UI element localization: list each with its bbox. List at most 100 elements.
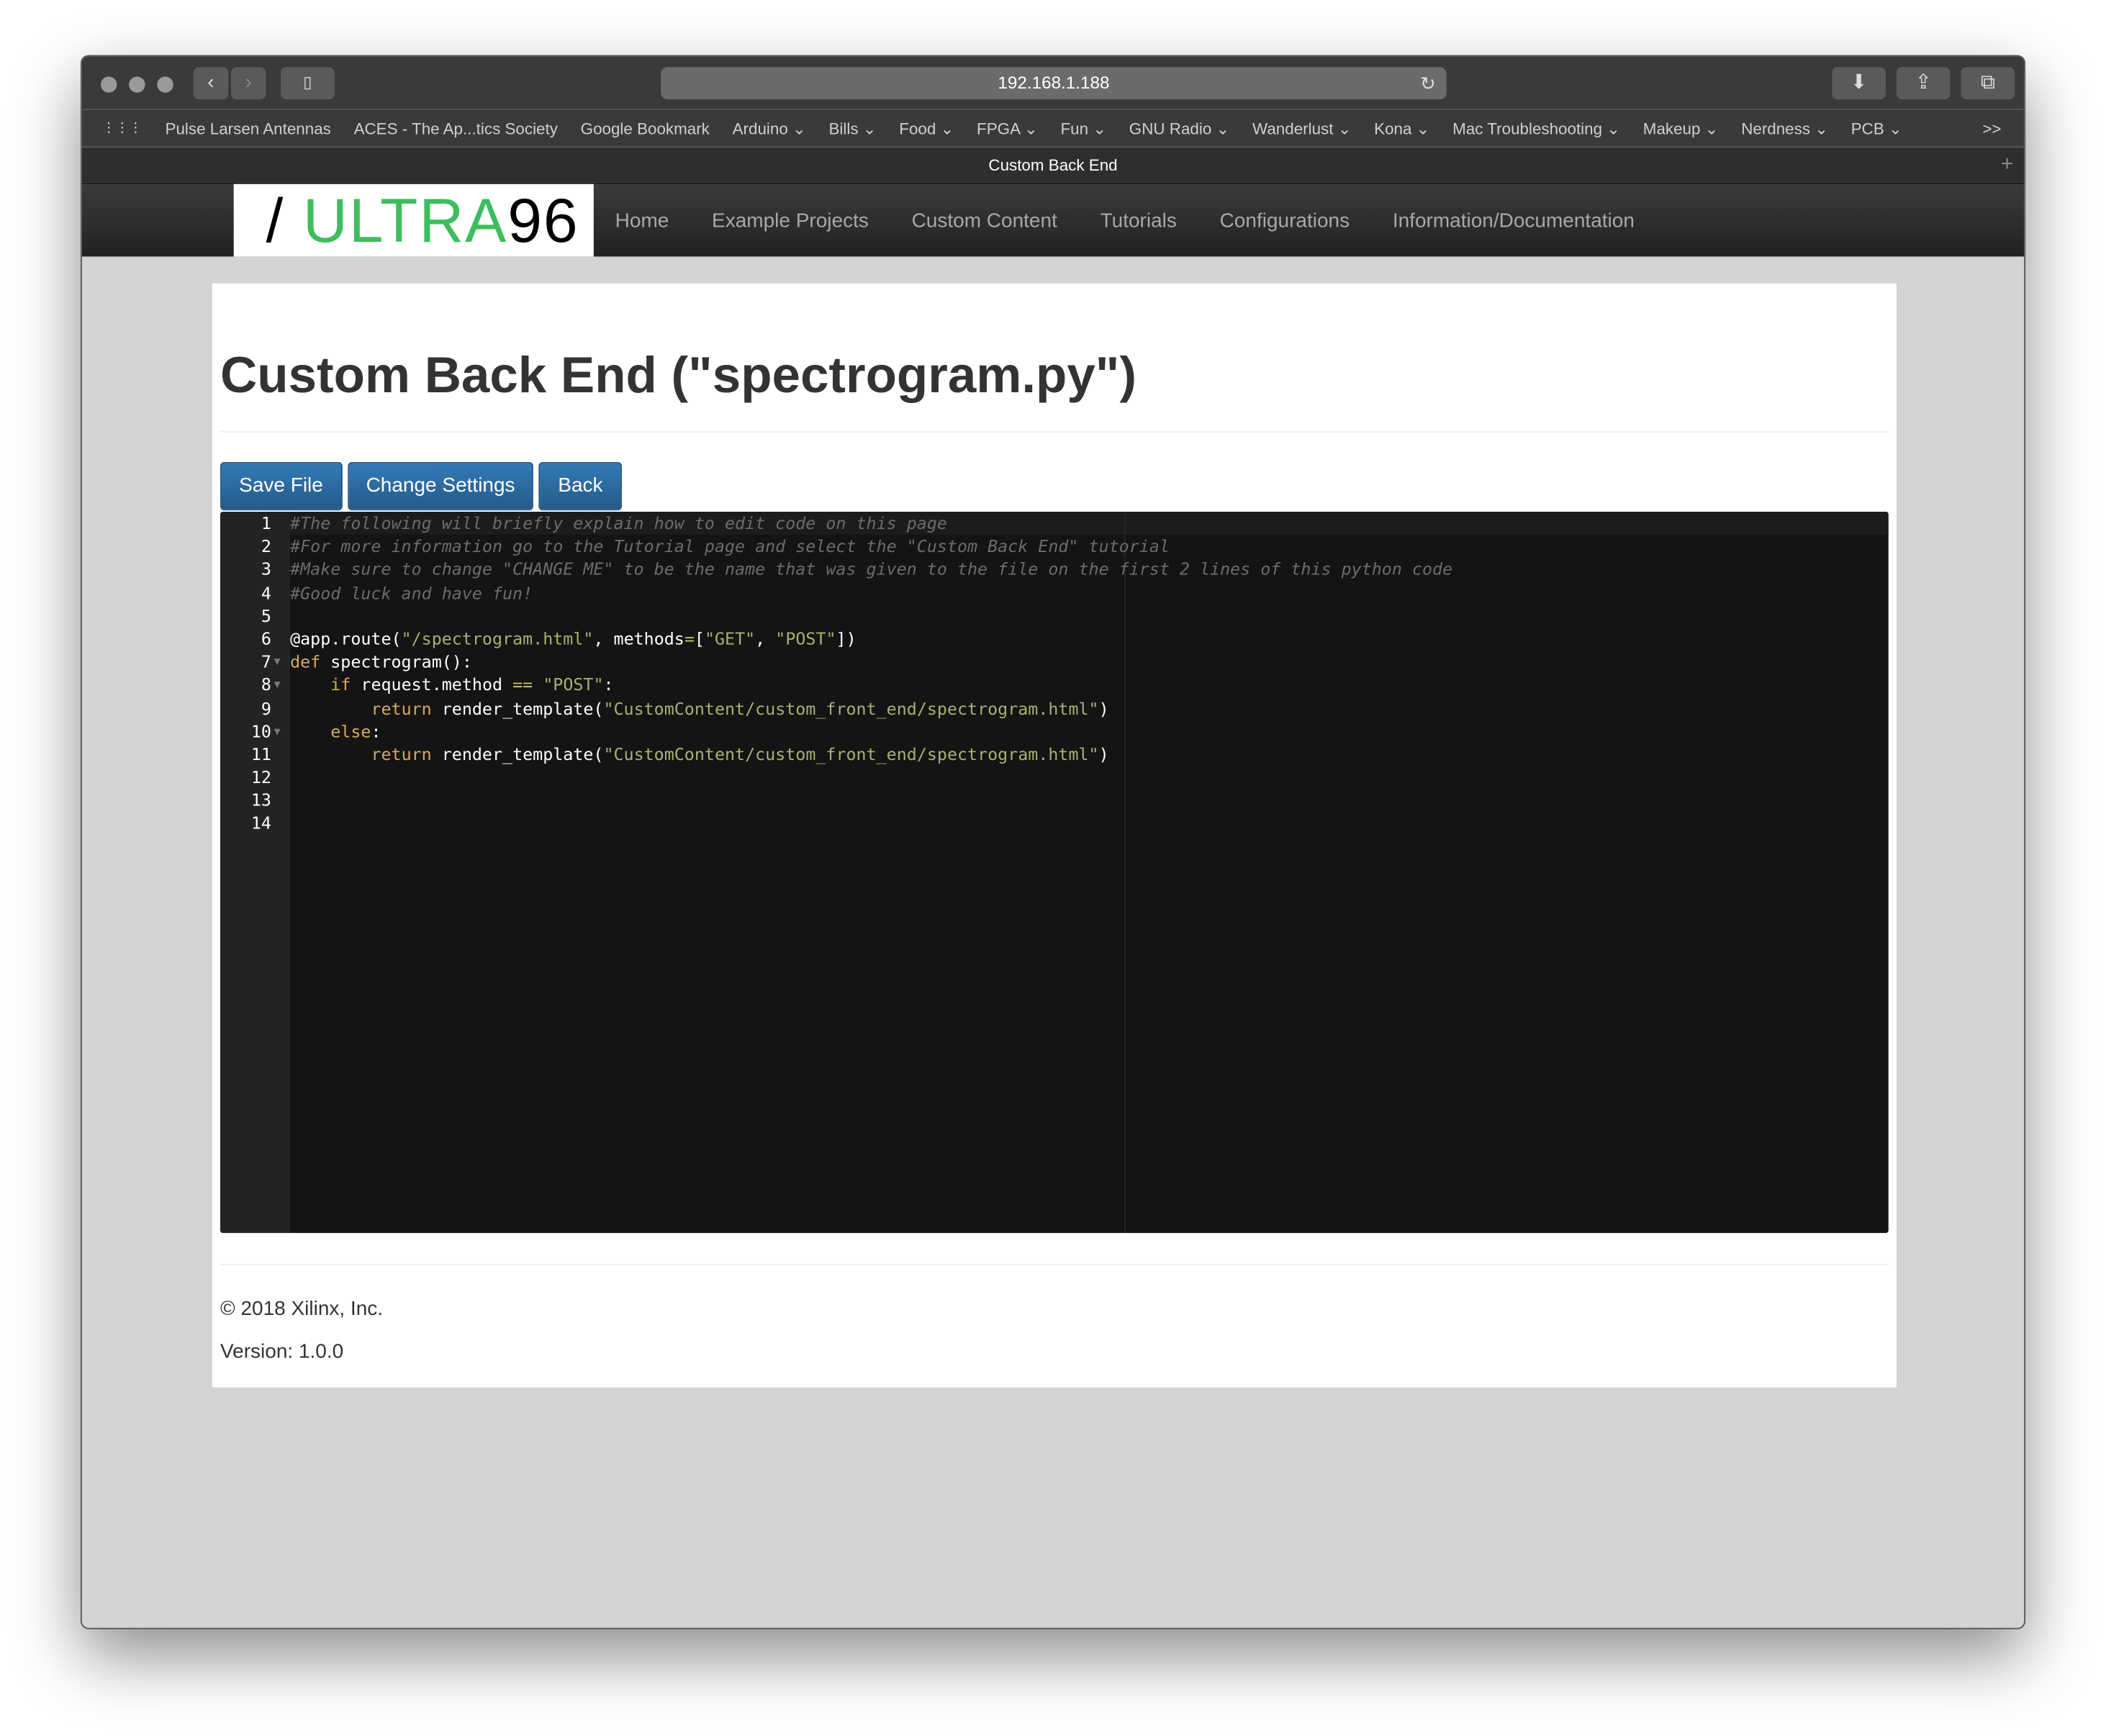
active-tab[interactable]: Custom Back End <box>988 155 1117 174</box>
code-text: #Make sure to change "CHANGE ME" to be t… <box>290 558 1452 581</box>
new-tab-icon[interactable]: + <box>2001 148 2013 183</box>
nav-home[interactable]: Home <box>615 209 669 232</box>
code-line[interactable]: 9 return render_template("CustomContent/… <box>220 697 1452 720</box>
code-token: @app.route( <box>290 628 402 649</box>
code-token: : <box>371 720 381 741</box>
sidebar-toggle-icon[interactable]: ▯ <box>281 67 335 100</box>
code-token: "POST" <box>775 628 836 649</box>
address-bar[interactable]: 192.168.1.188 ↻ <box>661 67 1447 100</box>
code-token: if <box>330 674 351 695</box>
code-token: #The following will briefly explain how … <box>290 512 947 533</box>
bookmark-folder[interactable]: Fun ⌄ <box>1060 119 1106 137</box>
code-line[interactable]: 4 #Good luck and have fun! <box>220 581 1452 604</box>
code-line[interactable]: 5 <box>220 604 1452 627</box>
code-token: request.method <box>351 674 513 695</box>
code-line[interactable]: 13 <box>220 789 1452 812</box>
code-token: , <box>755 628 776 649</box>
bookmark-folder[interactable]: GNU Radio ⌄ <box>1129 119 1229 137</box>
fold-arrow-icon[interactable]: ▼ <box>274 720 290 743</box>
bookmark-folder[interactable]: Wanderlust ⌄ <box>1252 119 1351 137</box>
line-number: 4 <box>261 582 271 603</box>
line-number: 12 <box>250 767 271 787</box>
code-line[interactable]: 1 #The following will briefly explain how… <box>220 512 1452 535</box>
code-token: "GET" <box>704 628 756 649</box>
nav-tutorials[interactable]: Tutorials <box>1101 209 1177 232</box>
code-token: ) <box>1098 743 1109 764</box>
nav-information-documentation[interactable]: Information/Documentation <box>1393 209 1635 232</box>
page-title: Custom Back End ("spectrogram.py") <box>220 348 1137 404</box>
code-line[interactable]: 2 #For more information go to the Tutoria… <box>220 535 1452 558</box>
code-text: #For more information go to the Tutorial… <box>290 535 1170 558</box>
downloads-icon[interactable]: ⬇ <box>1832 67 1886 100</box>
code-line[interactable]: 11 return render_template("CustomContent… <box>220 743 1452 766</box>
code-text: return render_template("CustomContent/cu… <box>290 743 1109 766</box>
copyright: © 2018 Xilinx, Inc. <box>220 1297 384 1321</box>
back-button[interactable]: Back <box>539 461 622 511</box>
nav-configurations[interactable]: Configurations <box>1220 209 1350 232</box>
bookmarks-overflow-icon[interactable]: >> <box>1982 119 2001 137</box>
bookmark-folder[interactable]: Makeup ⌄ <box>1643 119 1719 137</box>
change-settings-button[interactable]: Change Settings <box>347 461 534 511</box>
ultra96-logo[interactable]: / ULTRA96 <box>233 184 594 257</box>
nav-example-projects[interactable]: Example Projects <box>712 209 869 232</box>
line-number: 10 <box>250 720 271 741</box>
minimize-window-button[interactable] <box>129 76 145 93</box>
code-line[interactable]: 6 @app.route("/spectrogram.html", methods… <box>220 627 1452 650</box>
fold-arrow-icon <box>274 604 290 627</box>
bookmark[interactable]: ACES - The Ap...tics Society <box>354 119 558 137</box>
code-line[interactable]: 14 <box>220 812 1452 835</box>
code-line[interactable]: 3 #Make sure to change "CHANGE ME" to be … <box>220 558 1452 581</box>
grid-icon[interactable]: ⋮⋮⋮ <box>102 121 143 136</box>
bookmark-folder[interactable]: Mac Troubleshooting ⌄ <box>1452 119 1620 137</box>
code-text: return render_template("CustomContent/cu… <box>290 697 1109 720</box>
url-text: 192.168.1.188 <box>998 72 1110 93</box>
back-nav-icon[interactable]: ‹ <box>193 67 229 100</box>
line-number: 2 <box>261 535 271 556</box>
code-token: [ <box>694 628 705 649</box>
code-line[interactable]: 7 ▼ def spectrogram(): <box>220 650 1452 673</box>
fold-arrow-icon <box>274 627 290 650</box>
nav-custom-content[interactable]: Custom Content <box>912 209 1057 232</box>
save-file-button[interactable]: Save File <box>220 461 342 511</box>
code-line[interactable]: 8 ▼ if request.method == "POST": <box>220 673 1452 696</box>
logo-ultra: ULTRA <box>302 185 508 256</box>
bookmark-folder[interactable]: Nerdness ⌄ <box>1741 119 1828 137</box>
fold-arrow-icon <box>274 558 290 581</box>
fold-arrow-icon[interactable]: ▼ <box>274 650 290 673</box>
fold-arrow-icon[interactable]: ▼ <box>274 673 290 696</box>
forward-nav-icon[interactable]: › <box>230 67 266 100</box>
code-token: = <box>684 628 695 649</box>
code-token: "POST" <box>543 674 604 695</box>
site-navbar: / ULTRA96 Home Example Projects Custom C… <box>81 182 2025 257</box>
line-number: 9 <box>261 697 271 718</box>
line-number: 1 <box>261 512 271 533</box>
fold-arrow-icon <box>274 812 290 835</box>
bookmark-folder[interactable]: PCB ⌄ <box>1851 119 1902 137</box>
zoom-window-button[interactable] <box>157 76 173 93</box>
bookmark-folder[interactable]: Kona ⌄ <box>1374 119 1429 137</box>
code-editor[interactable]: 1 #The following will briefly explain how… <box>220 511 1889 1234</box>
share-icon[interactable]: ⇪ <box>1896 67 1951 100</box>
reload-icon[interactable]: ↻ <box>1420 67 1436 99</box>
bookmark[interactable]: Google Bookmark <box>581 119 710 137</box>
code-line[interactable]: 10 ▼ else: <box>220 720 1452 743</box>
bookmark-folder[interactable]: Arduino ⌄ <box>733 119 806 137</box>
line-number: 3 <box>261 559 271 579</box>
bookmark-folder[interactable]: Food ⌄ <box>899 119 954 137</box>
bookmark-folder[interactable]: FPGA ⌄ <box>977 119 1038 137</box>
fold-arrow-icon <box>274 581 290 604</box>
close-window-button[interactable] <box>100 76 117 93</box>
version: Version: 1.0.0 <box>220 1340 344 1364</box>
line-number: 13 <box>250 790 271 810</box>
code-text: if request.method == "POST": <box>290 673 613 696</box>
logo-slash: / <box>266 185 303 256</box>
code-token: == <box>512 674 533 695</box>
bookmark[interactable]: Pulse Larsen Antennas <box>166 119 331 137</box>
code-text: @app.route("/spectrogram.html", methods=… <box>290 627 857 650</box>
code-line[interactable]: 12 <box>220 766 1452 789</box>
code-text: #Good luck and have fun! <box>290 581 533 604</box>
tabs-overview-icon[interactable]: ⧉ <box>1961 67 2015 100</box>
bookmark-folder[interactable]: Bills ⌄ <box>829 119 877 137</box>
